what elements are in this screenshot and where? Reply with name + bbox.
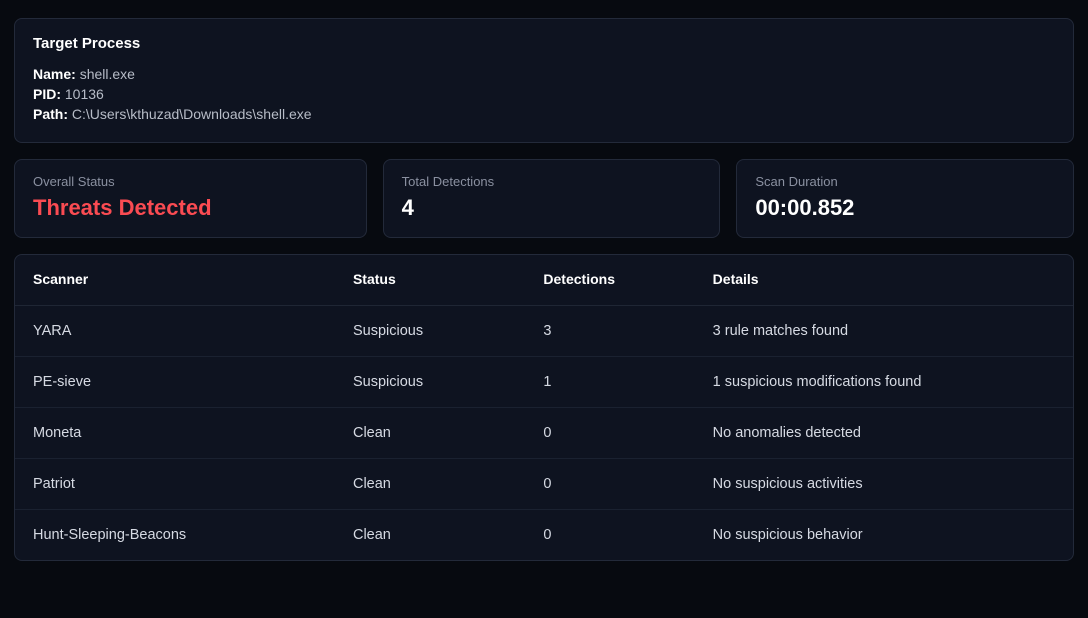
target-path-label: Path: [33,106,68,122]
header-details: Details [703,255,1073,306]
scanner-name: Hunt-Sleeping-Beacons [15,510,343,561]
target-pid-label: PID: [33,86,61,102]
header-scanner: Scanner [15,255,343,306]
target-pid-value: 10136 [65,86,104,102]
scanner-status: Suspicious [343,357,533,408]
scanner-detections: 0 [533,408,702,459]
total-detections-value: 4 [402,195,702,221]
scanner-detections: 3 [533,306,702,357]
scanner-details: 1 suspicious modifications found [703,357,1073,408]
target-process-panel: Target Process Name: shell.exe PID: 1013… [14,18,1074,143]
scanner-details: No suspicious behavior [703,510,1073,561]
scanner-name: Moneta [15,408,343,459]
total-detections-card: Total Detections 4 [383,159,721,238]
scanner-details: No suspicious activities [703,459,1073,510]
scanner-detections: 0 [533,459,702,510]
header-detections: Detections [533,255,702,306]
scanner-name: PE-sieve [15,357,343,408]
scanner-name: YARA [15,306,343,357]
scanner-details: 3 rule matches found [703,306,1073,357]
target-path-line: Path: C:\Users\kthuzad\Downloads\shell.e… [33,106,1055,122]
scan-duration-value: 00:00.852 [755,195,1055,221]
scanner-details: No anomalies detected [703,408,1073,459]
scanner-table: Scanner Status Detections Details YARASu… [15,255,1073,560]
target-pid-line: PID: 10136 [33,86,1055,102]
target-name-label: Name: [33,66,76,82]
target-name-line: Name: shell.exe [33,66,1055,82]
scanner-status: Clean [343,408,533,459]
target-path-value: C:\Users\kthuzad\Downloads\shell.exe [72,106,312,122]
overall-status-card: Overall Status Threats Detected [14,159,367,238]
table-row: PE-sieveSuspicious11 suspicious modifica… [15,357,1073,408]
overall-status-label: Overall Status [33,174,348,189]
target-process-title: Target Process [33,35,1055,52]
scanner-table-header-row: Scanner Status Detections Details [15,255,1073,306]
scanner-detections: 0 [533,510,702,561]
table-row: YARASuspicious33 rule matches found [15,306,1073,357]
scanner-status: Clean [343,510,533,561]
total-detections-label: Total Detections [402,174,702,189]
target-name-value: shell.exe [80,66,135,82]
overall-status-value: Threats Detected [33,195,348,221]
scan-duration-label: Scan Duration [755,174,1055,189]
table-row: PatriotClean0No suspicious activities [15,459,1073,510]
table-row: Hunt-Sleeping-BeaconsClean0No suspicious… [15,510,1073,561]
summary-row: Overall Status Threats Detected Total De… [14,159,1074,238]
scanner-name: Patriot [15,459,343,510]
scan-duration-card: Scan Duration 00:00.852 [736,159,1074,238]
scanner-status: Suspicious [343,306,533,357]
header-status: Status [343,255,533,306]
table-row: MonetaClean0No anomalies detected [15,408,1073,459]
scanner-detections: 1 [533,357,702,408]
scanner-status: Clean [343,459,533,510]
scanner-table-panel: Scanner Status Detections Details YARASu… [14,254,1074,561]
